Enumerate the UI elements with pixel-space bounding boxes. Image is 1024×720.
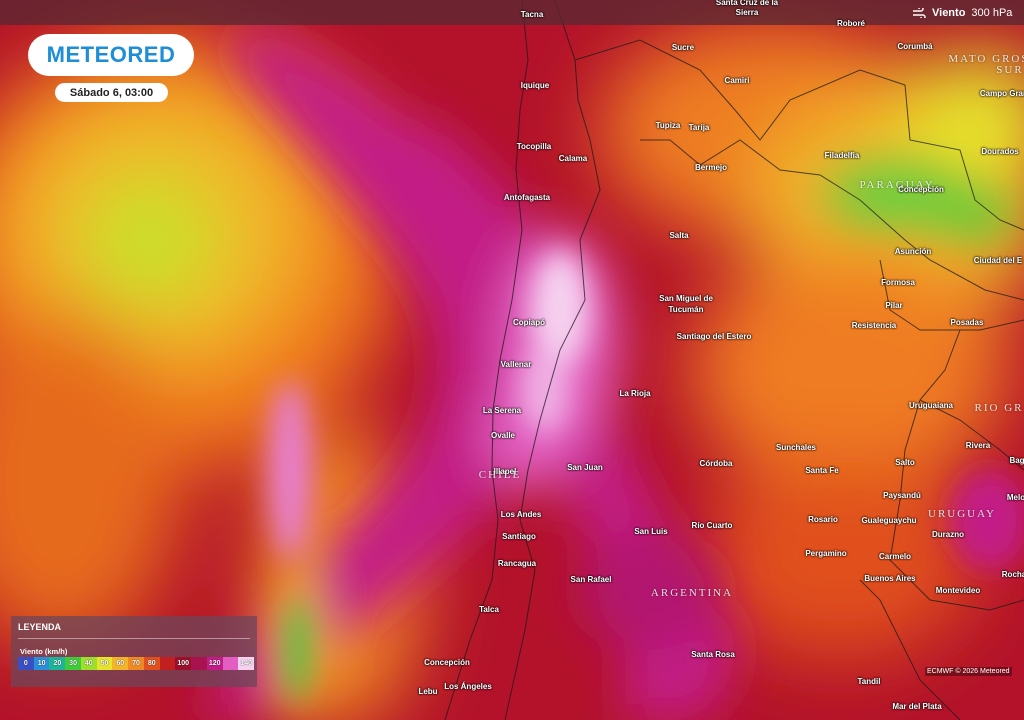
city-label: Lebu (418, 687, 438, 696)
city-label: Bag (1009, 456, 1024, 465)
legend-swatch: 80 (143, 657, 160, 670)
city-label: Concepción (424, 658, 470, 667)
city-label: San Rafael (570, 575, 612, 584)
legend-color-scale: 0 10 20 30 40 50 60 70 80 100 120 140 (18, 657, 255, 670)
city-label: Dourados (981, 147, 1019, 156)
city-label: Ciudad del E (973, 256, 1023, 265)
city-label: Santiago del Estero (676, 332, 752, 341)
city-label: Los Andes (500, 510, 542, 519)
country-label: SUR (996, 64, 1024, 76)
forecast-time-label: Sábado 6, 03:00 (69, 86, 154, 99)
legend-swatch: 0 (18, 657, 34, 670)
city-label: Pilar (885, 301, 903, 310)
legend-swatch (159, 657, 176, 670)
city-label: Santiago (502, 532, 536, 541)
city-label: Gualeguaychu (861, 516, 917, 525)
legend-swatch: 50 (96, 657, 113, 670)
meteored-logo[interactable]: METEORED (28, 34, 194, 76)
city-label: Sucre (671, 43, 695, 52)
country-label: ARGENTINA (650, 587, 734, 599)
city-label: Los Ángeles (444, 682, 492, 691)
city-label: San Juan (567, 463, 603, 472)
city-label: Resistencia (851, 321, 897, 330)
city-label: San Luis (634, 527, 668, 536)
city-label: Montevideo (935, 586, 981, 595)
city-label: Iquique (520, 81, 550, 90)
legend-swatch (222, 657, 239, 670)
city-label: Santa Cruz de la (715, 0, 779, 7)
city-label: Talca (479, 605, 499, 614)
city-label: Formosa (881, 278, 915, 287)
legend-swatch (191, 657, 207, 670)
city-label: Copiapó (513, 318, 545, 327)
city-label: Rancagua (497, 559, 537, 568)
legend-swatch: 100 (175, 657, 192, 670)
top-bar (0, 0, 1024, 25)
city-label: Uruguaiana (908, 401, 954, 410)
city-label: Paysandú (883, 491, 921, 500)
city-label: Tandil (857, 677, 881, 686)
city-label: Buenos Aires (864, 574, 916, 583)
city-label: Mar del Plata (892, 702, 942, 711)
country-label: PARAGUAY (859, 179, 935, 191)
city-label: Santa Fe (805, 466, 839, 475)
legend-panel: LEYENDA Viento (km/h) 0 10 20 30 40 50 60 70 80 1… (11, 616, 257, 687)
city-label: Camiri (724, 76, 750, 85)
city-label: Melo (1006, 493, 1024, 502)
legend-swatch: 70 (128, 657, 144, 670)
wind-icon (913, 8, 926, 18)
city-label: Tocopilla (516, 142, 552, 151)
city-label: San Miguel de (659, 294, 713, 303)
legend-subtitle: Viento (km/h) (20, 647, 68, 656)
city-label: Córdoba (699, 459, 733, 468)
city-label: Pergamino (805, 549, 847, 558)
city-label: Tupiza (655, 121, 681, 130)
city-label: Carmelo (878, 552, 912, 561)
city-label: Filadelfia (824, 151, 860, 160)
legend-title: LEYENDA (18, 622, 62, 632)
forecast-time-pill[interactable]: Sábado 6, 03:00 (55, 83, 168, 102)
city-label: Salta (669, 231, 689, 240)
city-label: Tarija (688, 123, 710, 132)
city-label: Salto (895, 458, 915, 467)
city-label: Asunción (894, 247, 932, 256)
city-label: Río Cuarto (691, 521, 733, 530)
legend-swatch: 30 (65, 657, 81, 670)
city-label: Rosario (808, 515, 838, 524)
city-label: Antofagasta (503, 193, 551, 202)
data-credit: ECMWF © 2026 Meteored (925, 667, 1012, 676)
city-label: Tacna (520, 10, 544, 19)
city-label: Rocha (1001, 570, 1024, 579)
city-label: Corumbá (897, 42, 933, 51)
city-label: Bermejo (694, 163, 728, 172)
city-label: Santa Rosa (691, 650, 735, 659)
legend-swatch: 140 (238, 657, 255, 670)
city-label: Posadas (950, 318, 984, 327)
layer-selector[interactable]: Viento 300 hPa (912, 5, 1012, 21)
legend-swatch: 20 (49, 657, 66, 670)
city-label: Sierra (735, 8, 759, 17)
logo-text: METEORED (46, 42, 176, 67)
legend-swatch: 60 (112, 657, 129, 670)
legend-swatch: 120 (206, 657, 223, 670)
country-label: RIO GRA (974, 402, 1024, 414)
country-label: URUGUAY (928, 508, 996, 520)
city-label: Ovalle (490, 431, 516, 440)
city-label: Durazno (932, 530, 964, 539)
city-label: Rivera (965, 441, 991, 450)
legend-swatch: 10 (33, 657, 50, 670)
city-label: Sunchales (775, 443, 817, 452)
country-label: CHILE (478, 469, 522, 481)
layer-level: 300 hPa (971, 7, 1013, 19)
legend-divider (18, 638, 250, 639)
city-label: La Serena (482, 406, 522, 415)
city-label: Roboré (837, 19, 865, 28)
city-label: Tucumán (668, 305, 704, 314)
legend-swatch: 40 (80, 657, 97, 670)
city-label: Campo Grar (979, 89, 1024, 98)
city-label: Calama (558, 154, 588, 163)
city-label: Vallenar (500, 360, 532, 369)
city-label: La Rioja (619, 389, 651, 398)
layer-name: Viento (932, 7, 966, 19)
